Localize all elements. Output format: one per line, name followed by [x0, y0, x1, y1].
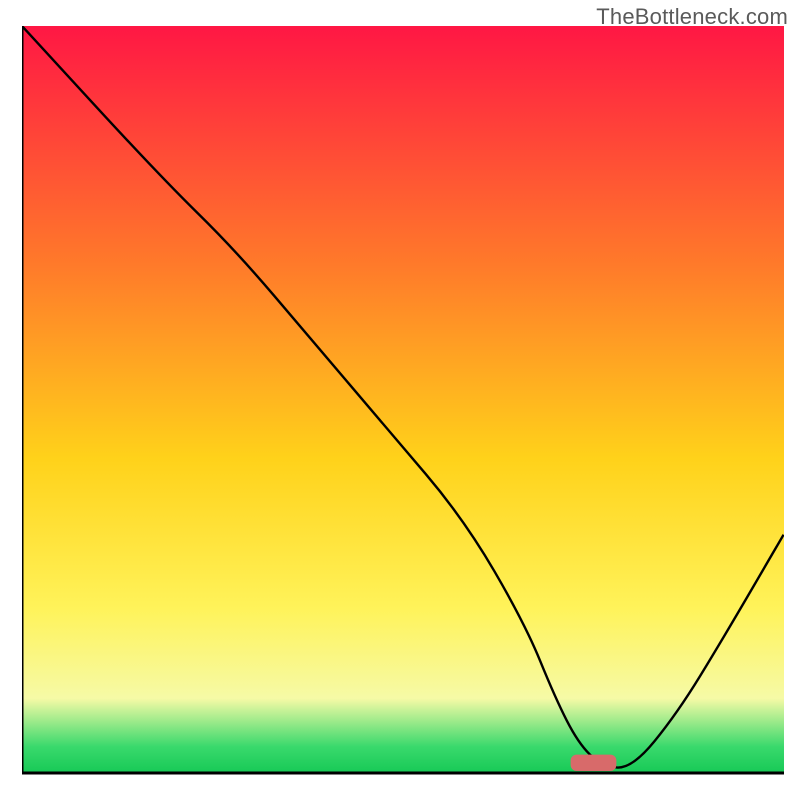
optimal-marker	[571, 755, 617, 771]
chart-container	[22, 26, 784, 782]
gradient-background	[22, 26, 784, 773]
chart-svg	[22, 26, 784, 782]
watermark-text: TheBottleneck.com	[596, 4, 788, 30]
